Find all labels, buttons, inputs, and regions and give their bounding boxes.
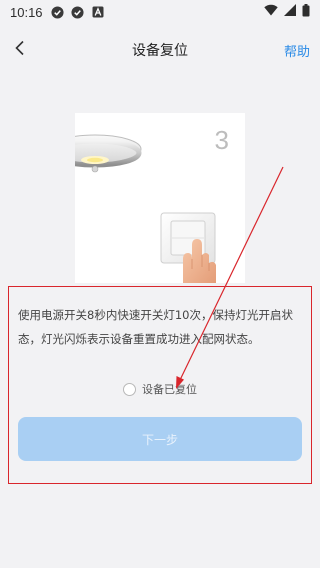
reset-illustration: 3: [75, 113, 245, 283]
page-title: 设备复位: [132, 43, 188, 59]
back-button[interactable]: [4, 28, 36, 72]
annotation-arrow-icon: [176, 166, 284, 389]
signal-icon: [284, 4, 296, 20]
chevron-left-icon: [14, 40, 26, 60]
instruction-text: 使用电源开关8秒内快速开关灯10次，保持灯光开启状态，灯光闪烁表示设备重置成功进…: [18, 308, 293, 346]
wifi-icon: [264, 4, 278, 20]
status-bar: 10:16: [0, 0, 320, 24]
battery-icon: [302, 3, 310, 21]
header-bar: 设备复位 帮助: [0, 28, 320, 72]
next-step-button[interactable]: 下一步: [18, 417, 302, 461]
check-circle-icon: [71, 5, 85, 19]
status-right-group: [264, 3, 310, 21]
status-time: 10:16: [10, 4, 43, 20]
help-link[interactable]: 帮助: [284, 28, 310, 72]
notification-a-icon: [91, 5, 105, 19]
radio-circle-icon[interactable]: [123, 382, 136, 396]
reset-confirm-checkbox[interactable]: 设备已复位: [0, 378, 320, 400]
step-number: 3: [214, 125, 229, 155]
check-circle-icon: [51, 5, 65, 19]
reset-confirm-label: 设备已复位: [142, 383, 197, 396]
